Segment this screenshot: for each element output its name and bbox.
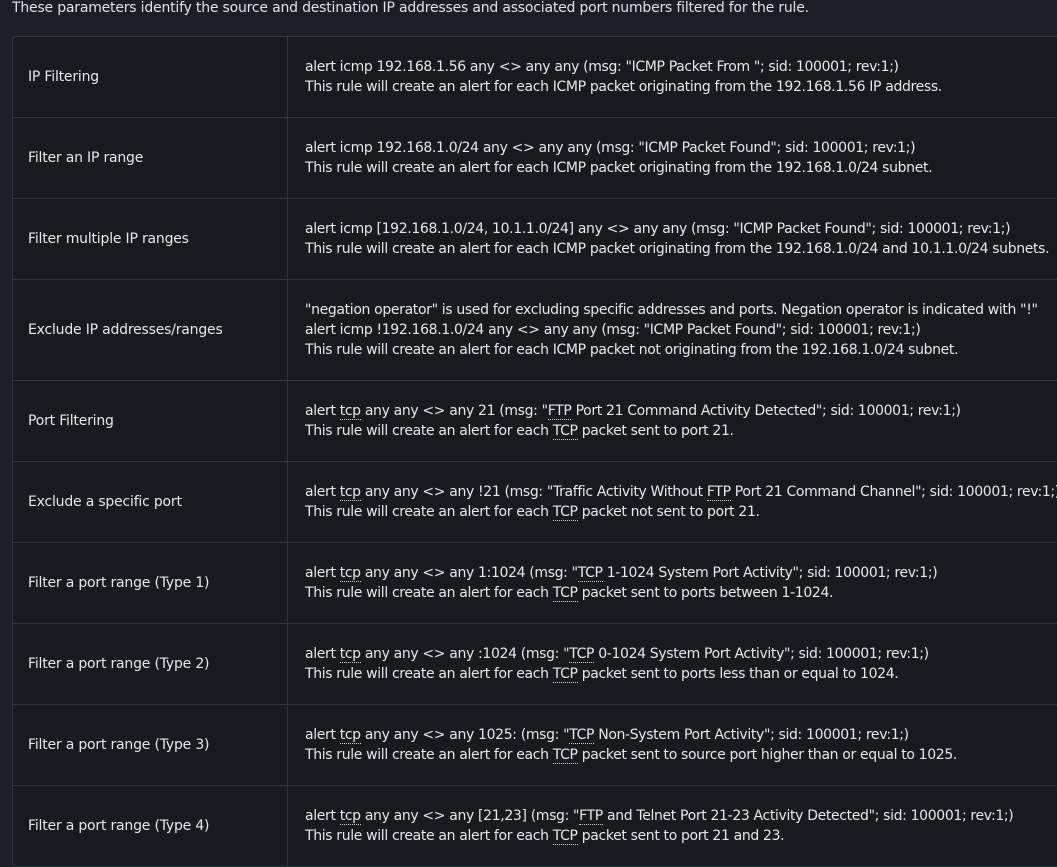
content-line: alert tcp any any <> any 1025: (msg: "TC… — [305, 727, 909, 744]
content-line: alert icmp 192.168.1.56 any <> any any (… — [305, 59, 899, 75]
row-label: Filter an IP range — [13, 118, 288, 198]
table-row: Filter a port range (Type 3) alert tcp an… — [13, 705, 1057, 786]
abbreviation: tcp — [339, 565, 361, 582]
row-label: Exclude IP addresses/ranges — [13, 280, 288, 380]
table-row: Exclude a specific port alert tcp any any… — [13, 462, 1057, 543]
abbreviation: tcp — [339, 484, 361, 501]
abbreviation: FTP — [579, 808, 603, 825]
table-row: Port Filtering alert tcp any any <> any 2… — [13, 381, 1057, 462]
abbreviation: TCP — [552, 666, 578, 683]
content-line: alert icmp !192.168.1.0/24 any <> any an… — [305, 322, 921, 338]
table-row: IP Filtering alert icmp 192.168.1.56 any … — [13, 37, 1057, 118]
row-content: alert tcp any any <> any !21 (msg: "Traf… — [288, 462, 1057, 542]
row-content: alert icmp 192.168.1.0/24 any <> any any… — [288, 118, 1057, 198]
intro-text: These parameters identify the source and… — [12, 0, 809, 16]
abbreviation: TCP — [569, 727, 595, 744]
abbreviation: TCP — [569, 646, 595, 663]
abbreviation: TCP — [552, 423, 578, 440]
table-row: Filter multiple IP ranges alert icmp [192… — [13, 199, 1057, 280]
table-row: Filter a port range (Type 4) alert tcp an… — [13, 786, 1057, 866]
abbreviation: tcp — [339, 403, 361, 420]
content-line: alert tcp any any <> any 21 (msg: "FTP P… — [305, 403, 961, 420]
content-line: This rule will create an alert for each … — [305, 160, 933, 176]
abbreviation: TCP — [552, 585, 578, 602]
content-line: alert tcp any any <> any !21 (msg: "Traf… — [305, 484, 1057, 501]
row-content: alert icmp [192.168.1.0/24, 10.1.1.0/24]… — [288, 199, 1057, 279]
abbreviation: TCP — [552, 747, 578, 764]
abbreviation: tcp — [339, 646, 361, 663]
content-line: "negation operator" is used for excludin… — [305, 302, 1038, 318]
abbreviation: FTP — [547, 403, 572, 420]
abbreviation: FTP — [706, 484, 731, 501]
content-line: This rule will create an alert for each … — [305, 504, 760, 521]
abbreviation: TCP — [552, 828, 578, 845]
abbreviation: tcp — [339, 808, 361, 825]
content-line: This rule will create an alert for each … — [305, 666, 899, 683]
content-line: This rule will create an alert for each … — [305, 342, 959, 358]
content-line: This rule will create an alert for each … — [305, 828, 785, 845]
row-content: alert icmp 192.168.1.56 any <> any any (… — [288, 37, 1057, 117]
content-line: alert tcp any any <> any :1024 (msg: "TC… — [305, 646, 929, 663]
content-line: alert icmp 192.168.1.0/24 any <> any any… — [305, 140, 916, 156]
row-label: Filter multiple IP ranges — [13, 199, 288, 279]
content-line: alert tcp any any <> any 1:1024 (msg: "T… — [305, 565, 938, 582]
rules-table: IP Filtering alert icmp 192.168.1.56 any … — [12, 36, 1057, 867]
row-label: IP Filtering — [13, 37, 288, 117]
content-line: This rule will create an alert for each … — [305, 747, 958, 764]
abbreviation: TCP — [577, 565, 603, 582]
table-row: Exclude IP addresses/ranges "negation ope… — [13, 280, 1057, 381]
content-line: This rule will create an alert for each … — [305, 79, 942, 95]
row-label: Filter a port range (Type 2) — [13, 624, 288, 704]
row-label: Filter a port range (Type 3) — [13, 705, 288, 785]
row-content: alert tcp any any <> any 21 (msg: "FTP P… — [288, 381, 1057, 461]
content-line: This rule will create an alert for each … — [305, 423, 734, 440]
content-line: This rule will create an alert for each … — [305, 241, 1050, 257]
abbreviation: tcp — [339, 727, 361, 744]
row-content: alert tcp any any <> any [21,23] (msg: "… — [288, 786, 1057, 866]
table-row: Filter a port range (Type 1) alert tcp an… — [13, 543, 1057, 624]
row-content: alert tcp any any <> any :1024 (msg: "TC… — [288, 624, 1057, 704]
table-row: Filter a port range (Type 2) alert tcp an… — [13, 624, 1057, 705]
content-line: alert icmp [192.168.1.0/24, 10.1.1.0/24]… — [305, 221, 1011, 237]
row-content: "negation operator" is used for excludin… — [288, 280, 1057, 380]
row-label: Filter a port range (Type 1) — [13, 543, 288, 623]
content-line: alert tcp any any <> any [21,23] (msg: "… — [305, 808, 1014, 825]
content-line: This rule will create an alert for each … — [305, 585, 834, 602]
row-label: Exclude a specific port — [13, 462, 288, 542]
row-label: Port Filtering — [13, 381, 288, 461]
row-label: Filter a port range (Type 4) — [13, 786, 288, 866]
row-content: alert tcp any any <> any 1:1024 (msg: "T… — [288, 543, 1057, 623]
abbreviation: TCP — [552, 504, 578, 521]
row-content: alert tcp any any <> any 1025: (msg: "TC… — [288, 705, 1057, 785]
table-row: Filter an IP range alert icmp 192.168.1.0… — [13, 118, 1057, 199]
